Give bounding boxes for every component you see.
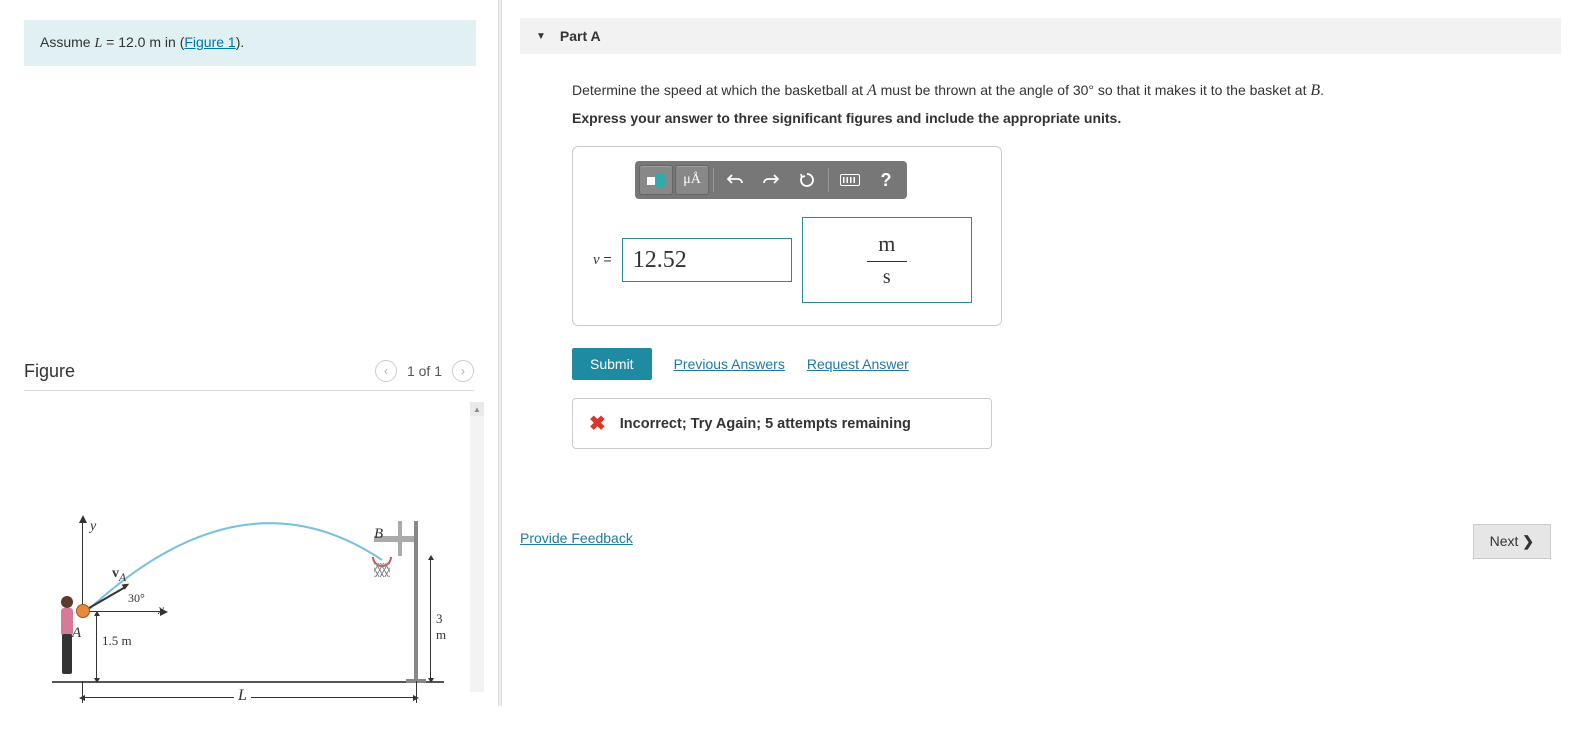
keyboard-button[interactable] [833, 165, 867, 195]
unit-numerator: m [878, 231, 895, 261]
prompt-equals: = 12.0 m in ( [102, 34, 184, 50]
toolbar-separator-2 [828, 168, 829, 192]
right-column: ▼ Part A Determine the speed at which th… [520, 0, 1561, 706]
undo-button[interactable] [718, 165, 752, 195]
figure-nav: ‹ 1 of 1 › [375, 360, 474, 382]
help-button[interactable]: ? [869, 165, 903, 195]
basketball-icon [76, 604, 90, 618]
y-axis [82, 521, 83, 611]
column-divider[interactable] [498, 0, 502, 706]
figure-header: Figure ‹ 1 of 1 › [24, 360, 474, 391]
question-instruction: Express your answer to three significant… [572, 110, 1561, 126]
templates-button[interactable] [639, 165, 673, 195]
figure-prev-button[interactable]: ‹ [375, 360, 397, 382]
ground-line [52, 681, 444, 683]
answer-box: μÅ ? v = [572, 146, 1002, 326]
x-axis-label: x [158, 603, 164, 619]
part-label: Part A [560, 28, 601, 44]
figure-section: Figure ‹ 1 of 1 › ▲ y x vA 30° A 1.5 m [24, 360, 474, 731]
figure-canvas: y x vA 30° A 1.5 m B 3 m L [24, 511, 444, 731]
hoop-net [374, 563, 390, 577]
figure-page-label: 1 of 1 [407, 363, 442, 379]
height-a-label: 1.5 m [102, 633, 132, 649]
redo-icon [762, 172, 780, 188]
submit-button[interactable]: Submit [572, 348, 652, 380]
left-column: Assume L = 12.0 m in (Figure 1). Figure … [0, 0, 490, 706]
action-row: Submit Previous Answers Request Answer [572, 348, 1561, 380]
question-body: Determine the speed at which the basketb… [520, 54, 1561, 326]
reset-icon [798, 171, 816, 189]
undo-icon [726, 172, 744, 188]
feedback-box: ✖ Incorrect; Try Again; 5 attempts remai… [572, 398, 992, 449]
height-b-label: 3 m [436, 611, 446, 643]
units-input[interactable]: m s [802, 217, 972, 303]
angle-label: 30° [128, 591, 145, 606]
problem-prompt: Assume L = 12.0 m in (Figure 1). [24, 20, 476, 66]
prompt-suffix: ). [236, 34, 245, 50]
equation-toolbar: μÅ ? [635, 161, 907, 199]
part-header[interactable]: ▼ Part A [520, 18, 1561, 54]
height-a-dimension [96, 615, 97, 679]
chevron-right-icon: ❯ [1522, 533, 1534, 549]
figure-link[interactable]: Figure 1 [184, 34, 235, 50]
redo-button[interactable] [754, 165, 788, 195]
keyboard-icon [840, 174, 860, 186]
provide-feedback-link[interactable]: Provide Feedback [520, 530, 633, 546]
figure-next-button[interactable]: › [452, 360, 474, 382]
unit-denominator: s [883, 262, 891, 289]
l-dimension-label: L [234, 687, 251, 705]
answer-row: v = m s [593, 217, 987, 303]
hoop-pole [414, 521, 418, 681]
point-b-label: B [374, 526, 383, 543]
request-answer-link[interactable]: Request Answer [807, 356, 909, 372]
figure-scrollbar[interactable]: ▲ [470, 402, 484, 692]
special-chars-button[interactable]: μÅ [675, 165, 709, 195]
figure-title: Figure [24, 361, 75, 382]
answer-lhs: v = [593, 251, 612, 269]
height-b-dimension [430, 559, 431, 679]
incorrect-icon: ✖ [589, 411, 606, 436]
velocity-label: vA [112, 566, 126, 584]
reset-button[interactable] [790, 165, 824, 195]
toolbar-separator [713, 168, 714, 192]
next-button[interactable]: Next ❯ [1473, 524, 1551, 559]
previous-answers-link[interactable]: Previous Answers [674, 356, 785, 372]
question-text: Determine the speed at which the basketb… [572, 82, 1561, 100]
scroll-up-icon[interactable]: ▲ [470, 402, 484, 416]
prompt-prefix: Assume [40, 34, 94, 50]
y-axis-label: y [90, 519, 96, 535]
feedback-text: Incorrect; Try Again; 5 attempts remaini… [620, 416, 911, 432]
value-input[interactable] [622, 238, 792, 282]
collapse-icon: ▼ [536, 31, 546, 42]
